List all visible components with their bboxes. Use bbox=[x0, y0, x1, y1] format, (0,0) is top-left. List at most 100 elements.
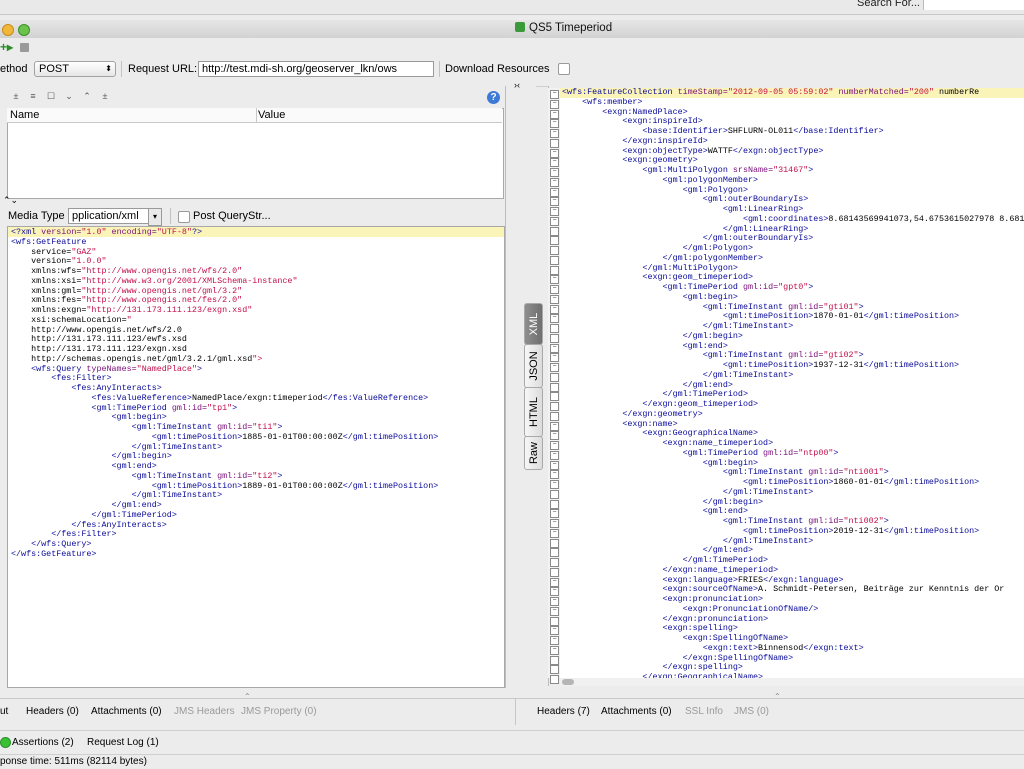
fold-collapse-icon[interactable]: − bbox=[550, 450, 559, 460]
media-type-label: Media Type bbox=[8, 210, 65, 222]
fold-collapse-icon[interactable]: − bbox=[550, 314, 559, 324]
tab-request-log[interactable]: Request Log (1) bbox=[87, 737, 159, 748]
fold-collapse-icon[interactable]: − bbox=[550, 294, 559, 304]
move-down-icon[interactable]: ⌄ bbox=[63, 91, 75, 101]
fold-end-marker bbox=[550, 392, 559, 402]
fold-collapse-icon[interactable]: − bbox=[550, 177, 559, 187]
horizontal-scrollbar[interactable] bbox=[560, 678, 1024, 686]
stop-icon[interactable] bbox=[20, 43, 29, 52]
clear-params-icon[interactable]: ☐ bbox=[45, 91, 57, 101]
tab-request-attachments[interactable]: Attachments (0) bbox=[91, 706, 162, 717]
tabs-divider bbox=[515, 699, 516, 725]
fold-collapse-icon[interactable]: − bbox=[550, 343, 559, 353]
download-resources-checkbox[interactable] bbox=[558, 63, 570, 75]
fold-collapse-icon[interactable]: − bbox=[550, 304, 559, 314]
add-param-icon[interactable]: ± bbox=[10, 91, 22, 101]
fold-collapse-icon[interactable]: − bbox=[550, 577, 559, 587]
tab-jms-headers[interactable]: JMS Headers bbox=[174, 706, 235, 717]
fold-collapse-icon[interactable]: − bbox=[550, 636, 559, 645]
fold-collapse-icon[interactable]: − bbox=[550, 626, 559, 636]
fold-collapse-icon[interactable]: − bbox=[550, 421, 559, 431]
fold-collapse-icon[interactable]: − bbox=[550, 363, 559, 372]
collapse-arrows-icon[interactable]: ›‹ bbox=[514, 80, 520, 90]
move-up-icon[interactable]: ⌃ bbox=[81, 91, 93, 101]
response-xml-viewer[interactable]: <wfs:FeatureCollection timeStamp="2012-0… bbox=[560, 88, 1024, 678]
fold-collapse-icon[interactable]: − bbox=[550, 168, 559, 177]
tab-jms[interactable]: JMS (0) bbox=[734, 706, 769, 717]
run-request-icon[interactable]: +▸ bbox=[0, 40, 13, 54]
tab-assertions[interactable]: Assertions (2) bbox=[12, 737, 74, 748]
fold-collapse-icon[interactable]: − bbox=[550, 275, 559, 285]
search-input[interactable] bbox=[923, 0, 1024, 10]
fold-collapse-icon[interactable]: − bbox=[550, 519, 559, 528]
minimize-icon[interactable] bbox=[2, 24, 14, 36]
tab-response-headers[interactable]: Headers (7) bbox=[537, 706, 590, 717]
fold-end-marker bbox=[550, 655, 559, 665]
tab-ssl-info[interactable]: SSL Info bbox=[685, 706, 723, 717]
fold-collapse-icon[interactable]: − bbox=[550, 99, 559, 109]
method-label: ethod bbox=[0, 63, 28, 75]
toolbar-divider bbox=[121, 61, 122, 77]
fold-end-marker bbox=[550, 236, 559, 246]
media-type-dropdown-icon[interactable]: ▾ bbox=[148, 208, 162, 226]
params-col-name: Name bbox=[10, 109, 40, 121]
request-url-input[interactable]: http://test.mdi-sh.org/geoserver_lkn/ows bbox=[198, 61, 434, 77]
media-type-input[interactable]: pplication/xml bbox=[68, 208, 158, 224]
zoom-icon[interactable] bbox=[18, 24, 30, 36]
tab-request-headers[interactable]: Headers (0) bbox=[26, 706, 79, 717]
fold-collapse-icon[interactable]: − bbox=[550, 353, 559, 363]
fold-end-marker bbox=[550, 558, 559, 567]
assertions-status-icon bbox=[0, 737, 11, 748]
fold-collapse-icon[interactable]: − bbox=[550, 480, 559, 489]
response-time-status: ponse time: 511ms (82114 bytes) bbox=[0, 756, 147, 767]
fold-collapse-icon[interactable]: − bbox=[550, 109, 559, 119]
help-icon[interactable]: ? bbox=[487, 91, 500, 104]
resize-grip-icon[interactable]: ⌃ bbox=[244, 692, 251, 701]
fold-end-marker bbox=[550, 372, 559, 382]
request-xml-editor[interactable]: <?xml version="1.0" encoding="UTF-8"?> <w… bbox=[7, 226, 505, 688]
fold-collapse-icon[interactable]: − bbox=[550, 216, 559, 226]
tab-auth[interactable]: ut bbox=[0, 706, 8, 717]
tab-jms-property[interactable]: JMS Property (0) bbox=[241, 706, 317, 717]
fold-end-marker bbox=[550, 255, 559, 265]
remove-param-icon[interactable]: ≡ bbox=[27, 91, 39, 101]
request-xml-code: <?xml version="1.0" encoding="UTF-8"?> <w… bbox=[11, 227, 438, 560]
tab-response-attachments[interactable]: Attachments (0) bbox=[601, 706, 672, 717]
fold-end-marker bbox=[550, 382, 559, 392]
soapui-request-icon bbox=[515, 22, 525, 32]
fold-collapse-icon[interactable]: − bbox=[550, 441, 559, 450]
fold-collapse-icon[interactable]: − bbox=[550, 645, 559, 655]
params-col-value: Value bbox=[258, 109, 286, 121]
fold-end-marker bbox=[550, 548, 559, 558]
param-level-icon[interactable]: ± bbox=[99, 91, 111, 101]
fold-collapse-icon[interactable]: − bbox=[550, 197, 559, 207]
fold-collapse-icon[interactable]: − bbox=[550, 460, 559, 470]
params-table-header: Name Value bbox=[7, 108, 502, 123]
fold-collapse-icon[interactable]: − bbox=[550, 528, 559, 538]
fold-collapse-icon[interactable]: − bbox=[550, 431, 559, 441]
fold-collapse-icon[interactable]: − bbox=[550, 587, 559, 597]
fold-collapse-icon[interactable]: − bbox=[550, 606, 559, 616]
fold-collapse-icon[interactable]: − bbox=[550, 187, 559, 197]
fold-collapse-icon[interactable]: − bbox=[550, 207, 559, 216]
search-label: Search For... bbox=[857, 0, 920, 9]
code-line: </wfs:GetFeature> bbox=[11, 548, 97, 559]
fold-collapse-icon[interactable]: − bbox=[550, 119, 559, 129]
method-value: POST bbox=[39, 63, 69, 75]
tab-raw[interactable]: Raw bbox=[524, 436, 543, 470]
fold-collapse-icon[interactable]: − bbox=[550, 90, 559, 99]
fold-collapse-icon[interactable]: − bbox=[550, 129, 559, 138]
fold-collapse-icon[interactable]: − bbox=[550, 597, 559, 606]
splitter-arrows-icon[interactable]: ⌃⌄ bbox=[3, 196, 18, 205]
method-select[interactable]: POST ⬍ bbox=[34, 61, 116, 77]
resize-grip-icon[interactable]: ⌃ bbox=[774, 692, 781, 701]
fold-collapse-icon[interactable]: − bbox=[550, 470, 559, 480]
post-querystring-checkbox[interactable] bbox=[178, 211, 190, 223]
fold-collapse-icon[interactable]: − bbox=[550, 148, 559, 158]
fold-collapse-icon[interactable]: − bbox=[550, 509, 559, 519]
fold-end-marker bbox=[550, 675, 559, 684]
fold-collapse-icon[interactable]: − bbox=[550, 285, 559, 294]
fold-collapse-icon[interactable]: − bbox=[550, 158, 559, 168]
request-url-label: Request URL: bbox=[128, 63, 198, 75]
scrollbar-thumb[interactable] bbox=[562, 679, 574, 685]
